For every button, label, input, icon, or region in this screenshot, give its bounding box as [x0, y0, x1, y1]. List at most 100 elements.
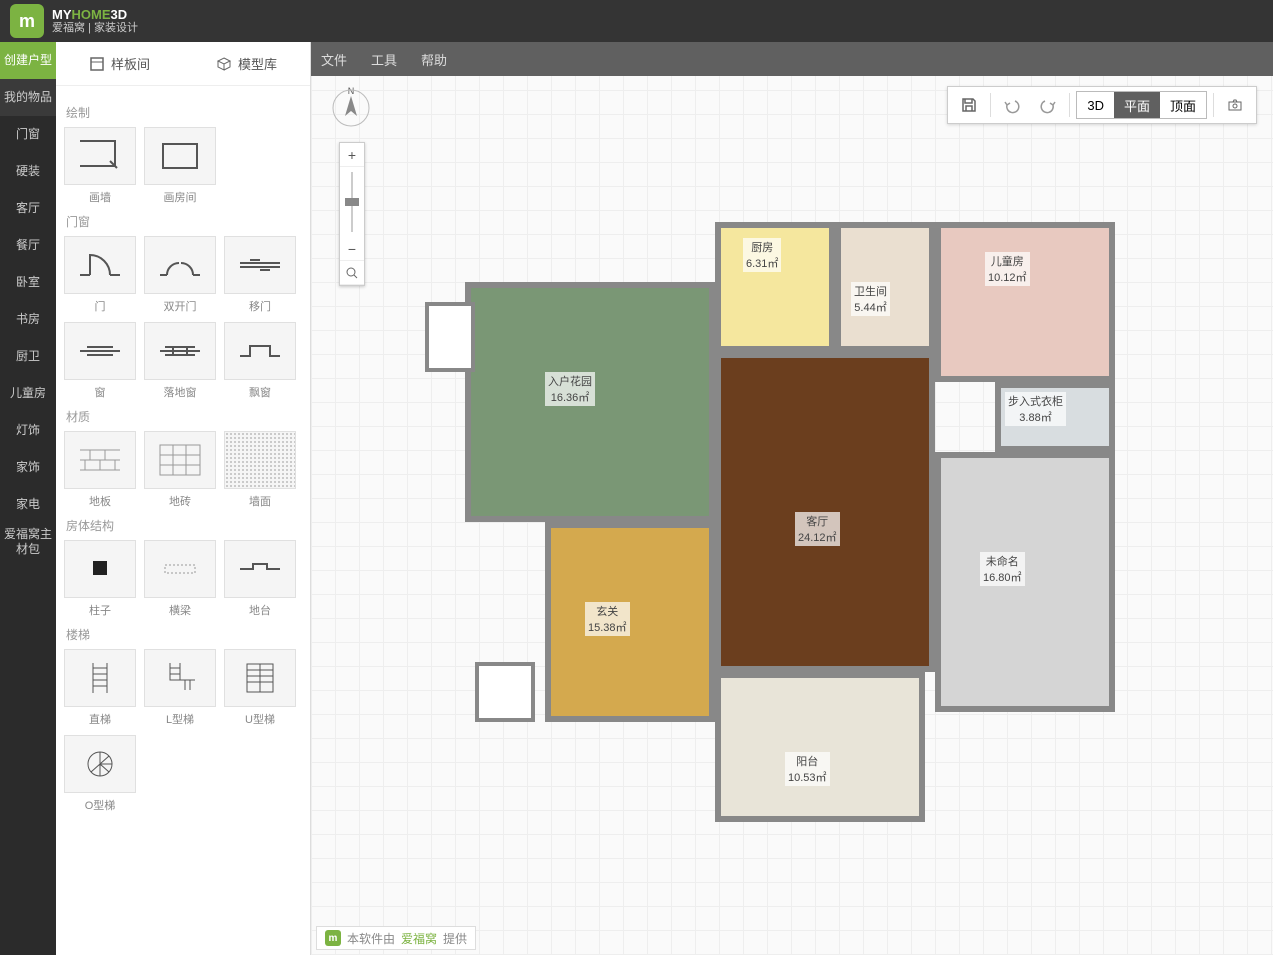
watermark-brand: 爱福窝	[401, 930, 437, 947]
menu-tools[interactable]: 工具	[371, 50, 397, 69]
thumb-label: 柱子	[64, 602, 136, 618]
nav-study[interactable]: 书房	[0, 301, 56, 338]
thumb-floor[interactable]: 地板	[64, 431, 136, 509]
logo-home: HOME	[72, 7, 111, 22]
section-doorwin-title: 门窗	[66, 213, 302, 230]
thumb-beam[interactable]: 横梁	[144, 540, 216, 618]
nav-dining[interactable]: 餐厅	[0, 227, 56, 264]
nav-door-window[interactable]: 门窗	[0, 116, 56, 153]
view-mode-segment: 3D 平面 顶面	[1076, 91, 1207, 119]
nav-create-plan[interactable]: 创建户型	[0, 42, 56, 79]
thumb-u-stair[interactable]: U型梯	[224, 649, 296, 727]
room-unnamed-label: 未命名16.80㎡	[980, 552, 1025, 586]
thumb-label: L型梯	[144, 711, 216, 727]
view-top[interactable]: 顶面	[1160, 92, 1206, 118]
save-button[interactable]	[954, 91, 984, 119]
nav-material-pack[interactable]: 爱福窝主材包	[0, 523, 56, 560]
watermark-prefix: 本软件由	[347, 930, 395, 947]
thumb-l-stair[interactable]: L型梯	[144, 649, 216, 727]
thumb-draw-wall[interactable]: 画墙	[64, 127, 136, 205]
logo-text: MYHOME3D 爱福窝 | 家装设计	[52, 7, 138, 36]
snapshot-button[interactable]	[1220, 91, 1250, 119]
watermark: m 本软件由爱福窝提供	[316, 926, 476, 950]
nav-hardscape[interactable]: 硬装	[0, 153, 56, 190]
view-plan[interactable]: 平面	[1114, 92, 1160, 118]
thumb-sliding-door[interactable]: 移门	[224, 236, 296, 314]
thumb-double-door[interactable]: 双开门	[144, 236, 216, 314]
logo-3d: 3D	[111, 7, 128, 22]
asset-sidebar: 样板间 模型库 绘制 画墙 画房间 门窗	[56, 42, 311, 955]
nav-bedroom[interactable]: 卧室	[0, 264, 56, 301]
thumb-label: 飘窗	[224, 384, 296, 400]
room-garden-label: 入户花园16.36㎡	[545, 372, 595, 406]
thumb-bay-window[interactable]: 飘窗	[224, 322, 296, 400]
logo-subtitle: 爱福窝 | 家装设计	[52, 22, 138, 35]
zoom-control: + −	[339, 142, 365, 286]
compass-icon[interactable]: N	[329, 86, 373, 130]
floorplan[interactable]: 厨房6.31㎡ 卫生间5.44㎡ 儿童房10.12㎡ 入户花园16.36㎡ 步入…	[365, 142, 1085, 762]
redo-button[interactable]	[1033, 91, 1063, 119]
view-3d[interactable]: 3D	[1077, 92, 1114, 118]
thumb-window[interactable]: 窗	[64, 322, 136, 400]
room-closet-label: 步入式衣柜3.88㎡	[1005, 392, 1066, 426]
thumb-tile[interactable]: 地砖	[144, 431, 216, 509]
tab-template-label: 样板间	[111, 54, 150, 73]
template-icon	[89, 56, 105, 72]
thumb-platform[interactable]: 地台	[224, 540, 296, 618]
thumb-spiral-stair[interactable]: O型梯	[64, 735, 136, 813]
separator	[1069, 93, 1070, 117]
thumb-label: 移门	[224, 298, 296, 314]
zoom-slider[interactable]	[340, 167, 364, 237]
thumb-column[interactable]: 柱子	[64, 540, 136, 618]
thumb-label: 横梁	[144, 602, 216, 618]
room-kitchen-label: 厨房6.31㎡	[743, 238, 781, 272]
room-foyer[interactable]	[545, 522, 715, 722]
nav-kitchen-bath[interactable]: 厨卫	[0, 338, 56, 375]
thumb-door[interactable]: 门	[64, 236, 136, 314]
thumb-label: U型梯	[224, 711, 296, 727]
zoom-out-button[interactable]: −	[340, 237, 364, 261]
thumb-wall-surface[interactable]: 墙面	[224, 431, 296, 509]
nav-appliance[interactable]: 家电	[0, 486, 56, 523]
logo-my: MY	[52, 7, 72, 22]
undo-button[interactable]	[997, 91, 1027, 119]
room-balcony[interactable]	[715, 672, 925, 822]
thumb-label: 地台	[224, 602, 296, 618]
menu-help[interactable]: 帮助	[421, 50, 447, 69]
room-kids-label: 儿童房10.12㎡	[985, 252, 1030, 286]
room-kids[interactable]	[935, 222, 1115, 382]
nav-kids-room[interactable]: 儿童房	[0, 375, 56, 412]
thumb-label: 墙面	[224, 493, 296, 509]
menubar: 文件 工具 帮助	[311, 42, 1273, 76]
menu-file[interactable]: 文件	[321, 50, 347, 69]
nav-lighting[interactable]: 灯饰	[0, 412, 56, 449]
room-foyer-label: 玄关15.38㎡	[585, 602, 630, 636]
canvas[interactable]: 文件 工具 帮助 N + − 3D 平面 顶面	[311, 42, 1273, 955]
room-ledge-1	[425, 302, 475, 372]
thumb-draw-room[interactable]: 画房间	[144, 127, 216, 205]
nav-decor[interactable]: 家饰	[0, 449, 56, 486]
thumb-label: 落地窗	[144, 384, 216, 400]
room-living-label: 客厅24.12㎡	[795, 512, 840, 546]
thumb-label: 双开门	[144, 298, 216, 314]
room-unnamed[interactable]	[935, 452, 1115, 712]
nav-living[interactable]: 客厅	[0, 190, 56, 227]
section-structure-title: 房体结构	[66, 517, 302, 534]
tab-library[interactable]: 模型库	[183, 42, 310, 85]
thumb-label: 画墙	[64, 189, 136, 205]
thumb-label: 窗	[64, 384, 136, 400]
app-header: m MYHOME3D 爱福窝 | 家装设计	[0, 0, 1273, 42]
thumb-label: 直梯	[64, 711, 136, 727]
zoom-in-button[interactable]: +	[340, 143, 364, 167]
logo-icon: m	[10, 4, 44, 38]
section-material-title: 材质	[66, 408, 302, 425]
nav-my-items[interactable]: 我的物品	[0, 79, 56, 116]
thumb-floor-window[interactable]: 落地窗	[144, 322, 216, 400]
room-ledge-2	[475, 662, 535, 722]
thumb-label: 地砖	[144, 493, 216, 509]
thumb-straight-stair[interactable]: 直梯	[64, 649, 136, 727]
cube-icon	[216, 56, 232, 72]
tab-template[interactable]: 样板间	[56, 42, 183, 85]
zoom-fit-button[interactable]	[340, 261, 364, 285]
section-stairs-title: 楼梯	[66, 626, 302, 643]
